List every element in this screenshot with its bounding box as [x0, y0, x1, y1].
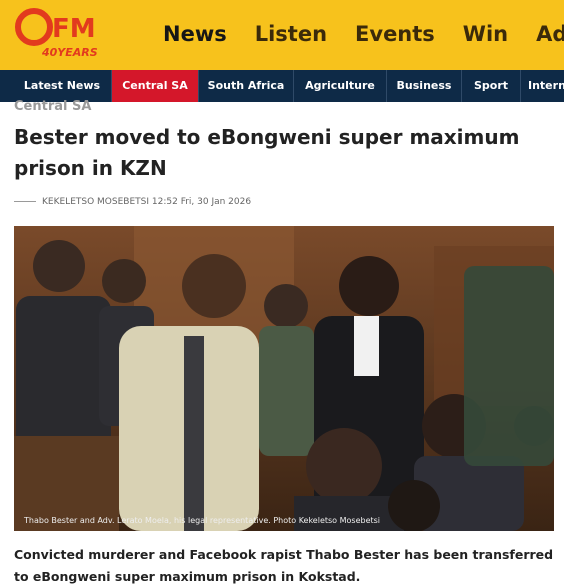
article-category[interactable]: Central SA: [14, 99, 91, 114]
nav-events[interactable]: Events: [355, 22, 435, 46]
article-photo: Thabo Bester and Adv. Lerato Moela, his …: [14, 226, 554, 531]
subnav-sport[interactable]: Sport: [462, 70, 520, 102]
subnav-latest-news[interactable]: Latest News: [14, 70, 110, 102]
photo-caption: Thabo Bester and Adv. Lerato Moela, his …: [24, 516, 381, 525]
nav-listen[interactable]: Listen: [255, 22, 327, 46]
byline-rule: [14, 201, 36, 202]
main-nav: News Listen Events Win Adver: [163, 22, 564, 52]
subnav-business[interactable]: Business: [387, 70, 461, 102]
article-headline: Bester moved to eBongweni super maximum …: [14, 125, 520, 180]
subnav-divider: [520, 70, 521, 102]
subnav-agriculture[interactable]: Agriculture: [294, 70, 386, 102]
nav-advertise[interactable]: Adver: [536, 22, 564, 46]
logo-tagline: 40YEARS: [41, 46, 98, 59]
subnav-international[interactable]: Intern: [528, 70, 564, 102]
site-header: FM 40YEARS News Listen Events Win Adver: [0, 0, 564, 70]
courtroom-photo: [14, 226, 554, 531]
article-datetime: 12:52 Fri, 30 Jan 2026: [151, 197, 252, 207]
subnav-south-africa[interactable]: South Africa: [199, 70, 293, 102]
subnav-central-sa[interactable]: Central SA: [112, 70, 198, 102]
article-lede: Convicted murderer and Facebook rapist T…: [14, 547, 554, 584]
nav-news[interactable]: News: [163, 22, 227, 46]
ofm-logo[interactable]: FM 40YEARS: [14, 6, 124, 62]
article-byline: KEKELETSO MOSEBETSI 12:52 Fri, 30 Jan 20…: [14, 197, 251, 211]
section-nav: Latest News Central SA South Africa Agri…: [0, 70, 564, 102]
logo-text: FM: [52, 14, 96, 44]
nav-win[interactable]: Win: [463, 22, 508, 46]
article-author[interactable]: KEKELETSO MOSEBETSI: [42, 197, 149, 207]
